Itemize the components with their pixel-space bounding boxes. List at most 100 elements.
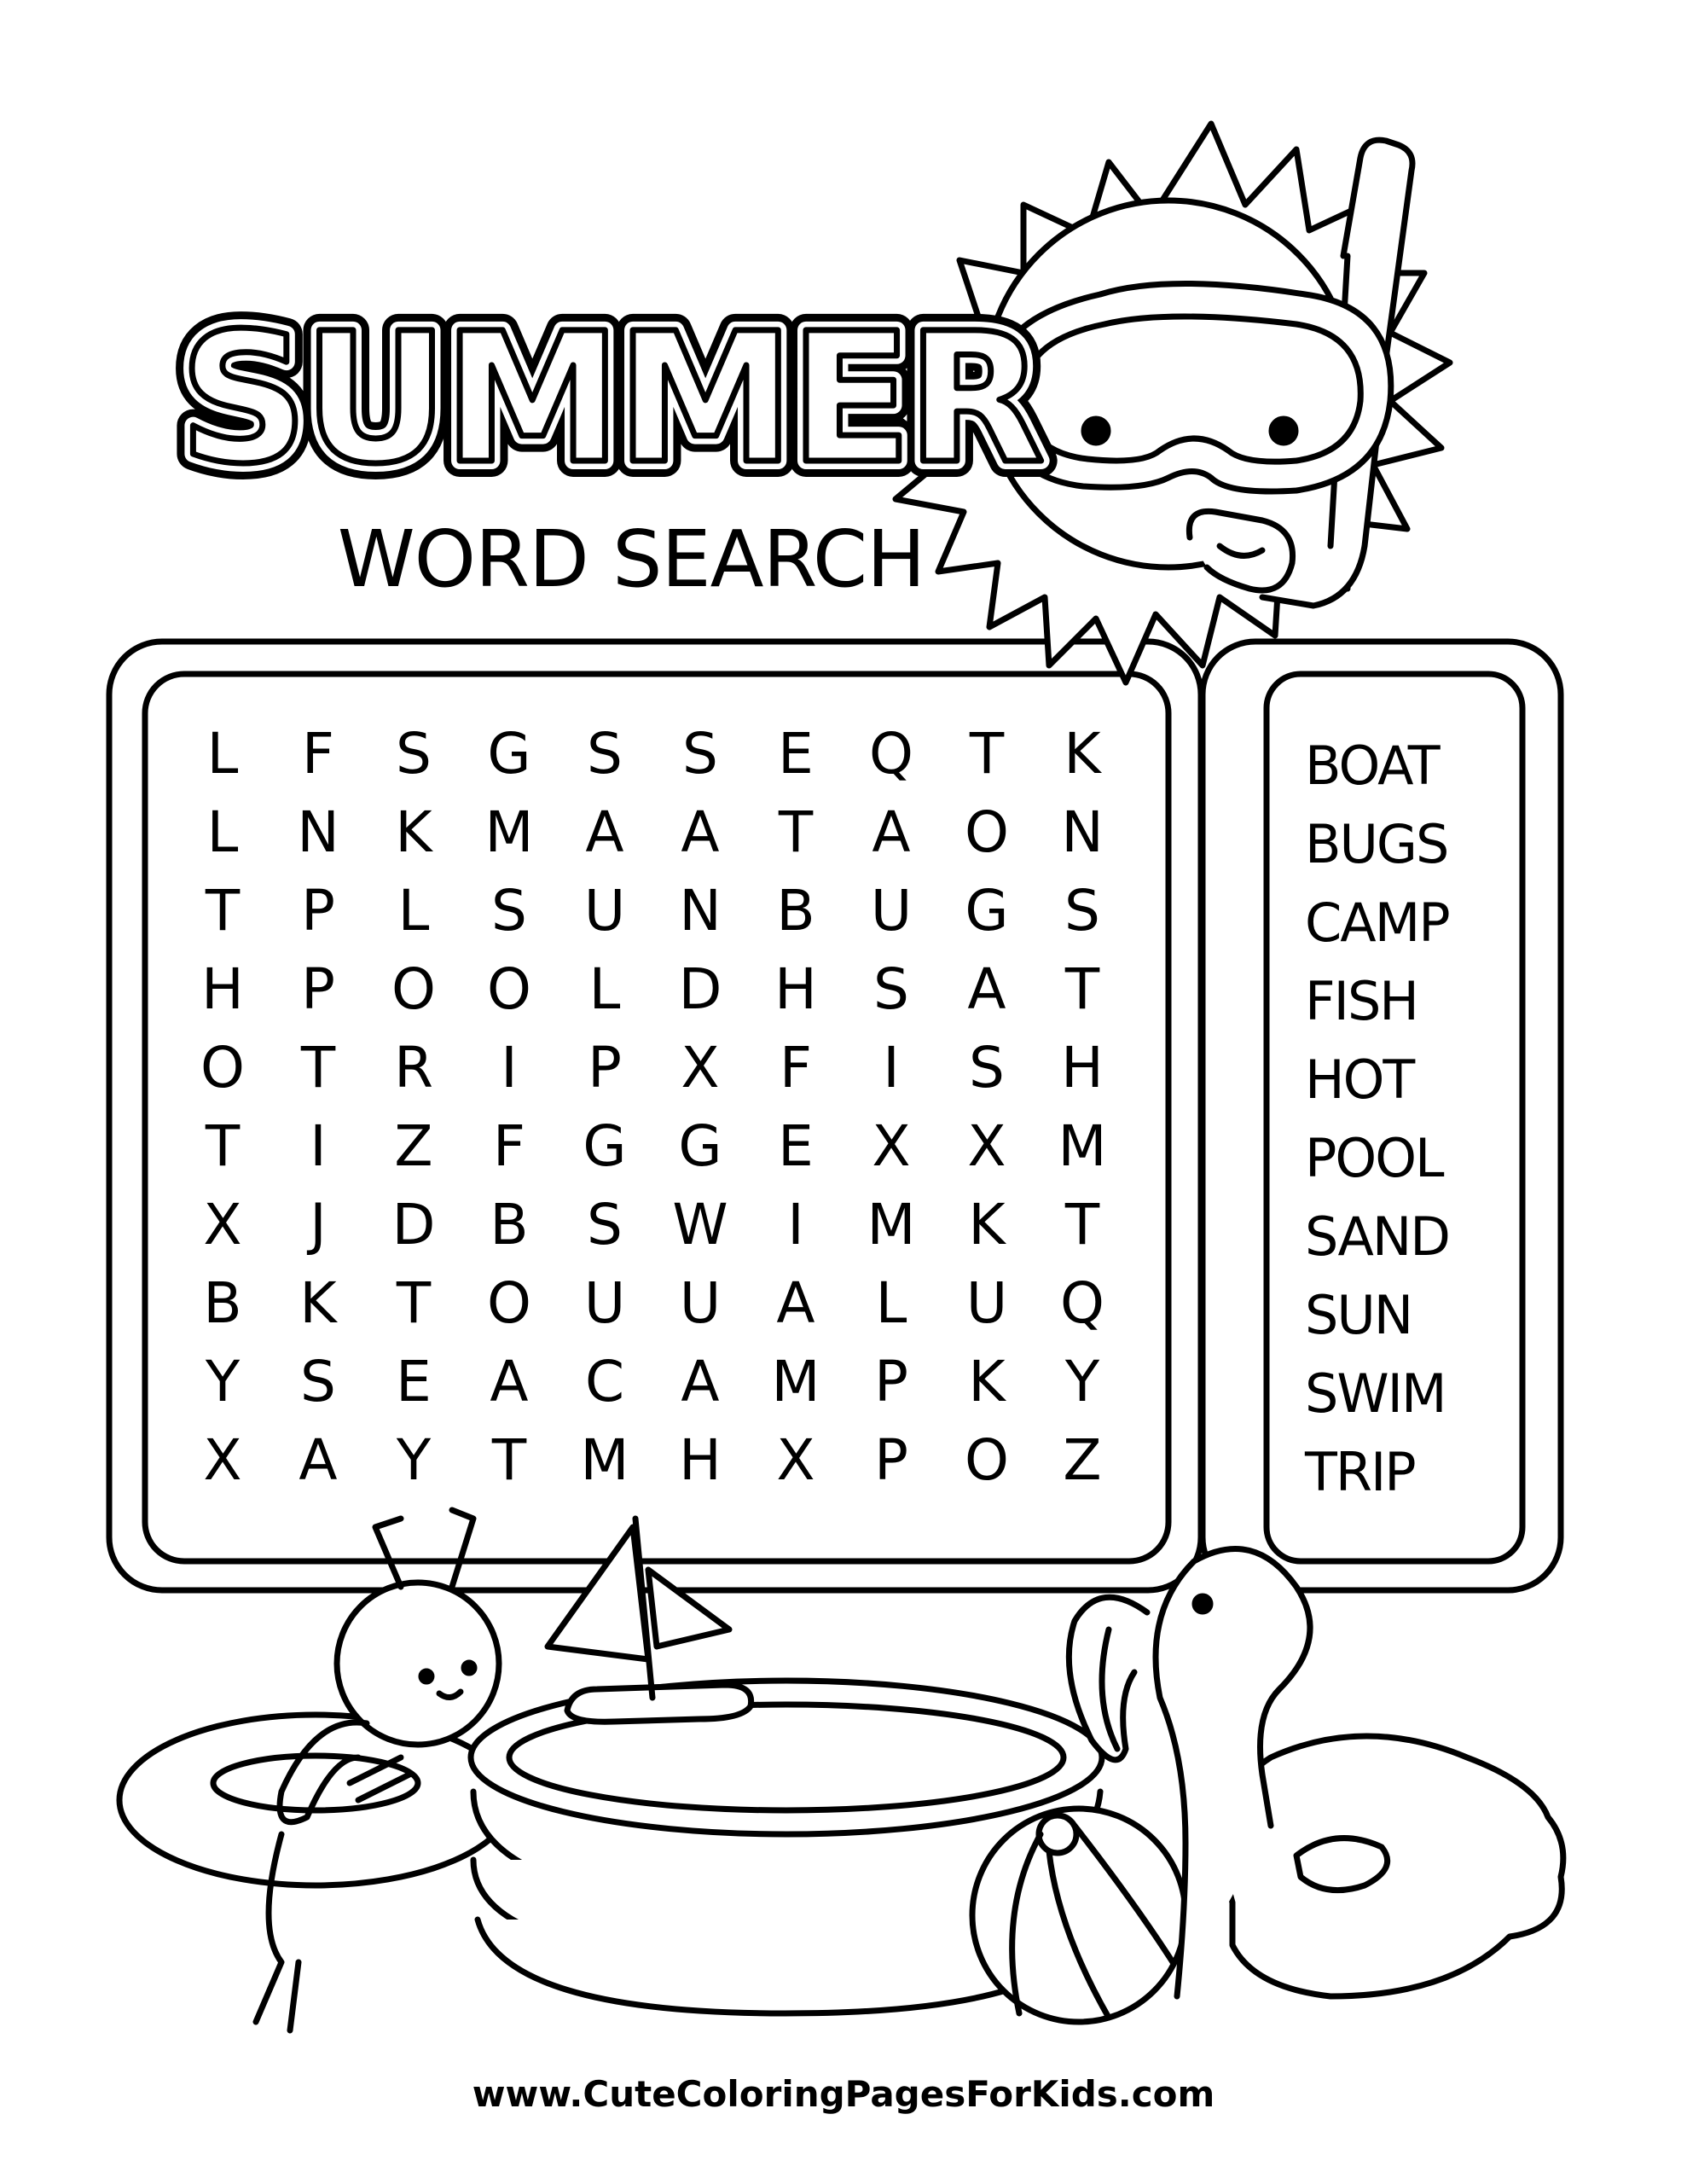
grid-cell: I xyxy=(310,1113,327,1179)
grid-cell: U xyxy=(583,878,626,944)
grid-cell: M xyxy=(771,1349,820,1414)
grid-cell: E xyxy=(778,1113,814,1179)
word-list-item: POOL xyxy=(1305,1127,1445,1189)
grid-cell: G xyxy=(965,878,1009,944)
grid-cell: K xyxy=(968,1192,1006,1258)
grid-cell: G xyxy=(678,1113,722,1179)
grid-cell: N xyxy=(1061,799,1104,865)
grid-cell: A xyxy=(585,799,624,865)
grid-cell: L xyxy=(397,878,430,944)
grid-cell: T xyxy=(1064,956,1100,1022)
grid-cell: O xyxy=(965,799,1009,865)
grid-cell: K xyxy=(299,1270,337,1336)
grid-cell: S xyxy=(396,721,432,787)
beach-ball-icon xyxy=(969,1805,1189,2025)
grid-cell: Y xyxy=(1064,1349,1100,1414)
grid-cell: E xyxy=(396,1349,432,1414)
grid-cell: A xyxy=(872,799,911,865)
grid-cell: F xyxy=(302,721,334,787)
grid-cell: S xyxy=(969,1035,1005,1101)
grid-cell: N xyxy=(297,799,339,865)
grid-cell: A xyxy=(490,1349,529,1414)
grid-cell: I xyxy=(883,1035,900,1101)
grid-cell: P xyxy=(588,1035,622,1101)
grid-cell: T xyxy=(1064,1192,1100,1258)
grid-cell: H xyxy=(201,956,244,1022)
grid-cell: O xyxy=(487,956,531,1022)
word-list-item: SWIM xyxy=(1305,1362,1446,1425)
grid-cell: C xyxy=(584,1349,625,1414)
grid-cell: T xyxy=(300,1035,336,1101)
grid-cell: K xyxy=(1064,721,1101,787)
grid-cell: T xyxy=(491,1427,527,1493)
grid-cell: X xyxy=(776,1427,815,1493)
grid-cell: L xyxy=(206,799,239,865)
grid-cell: S xyxy=(682,721,718,787)
grid-cell: S xyxy=(491,878,527,944)
grid-cell: X xyxy=(681,1035,720,1101)
grid-cell: L xyxy=(206,721,239,787)
grid-cell: U xyxy=(679,1270,722,1336)
grid-cell: A xyxy=(299,1427,338,1493)
word-list-item: FISH xyxy=(1305,970,1419,1032)
grid-cell: R xyxy=(394,1035,433,1101)
svg-text:SUMMER: SUMMER xyxy=(179,294,1041,503)
grid-cell: P xyxy=(874,1349,908,1414)
grid-cell: M xyxy=(867,1192,916,1258)
page-subtitle: WORD SEARCH xyxy=(337,514,926,605)
grid-cell: S xyxy=(300,1349,336,1414)
grid-cell: S xyxy=(587,721,623,787)
grid-cell: Q xyxy=(1060,1270,1104,1336)
grid-cell: T xyxy=(205,1113,241,1179)
word-list-item: HOT xyxy=(1305,1048,1415,1111)
word-list-item: BUGS xyxy=(1305,813,1449,875)
grid-cell: A xyxy=(681,1349,720,1414)
grid-cell: K xyxy=(968,1349,1006,1414)
grid-cell: X xyxy=(872,1113,911,1179)
grid-cell: G xyxy=(487,721,531,787)
grid-cell: S xyxy=(587,1192,623,1258)
word-list-item: SUN xyxy=(1305,1284,1413,1346)
grid-cell: W xyxy=(672,1192,728,1258)
grid-cell: D xyxy=(391,1192,436,1258)
word-list-item: TRIP xyxy=(1305,1441,1417,1503)
grid-cell: T xyxy=(396,1270,432,1336)
grid-cell: Z xyxy=(1063,1427,1102,1493)
grid-cell: F xyxy=(493,1113,525,1179)
grid-cell: M xyxy=(1058,1113,1107,1179)
grid-cell: P xyxy=(301,878,335,944)
grid-cell: P xyxy=(301,956,335,1022)
grid-cell: O xyxy=(391,956,436,1022)
title-summer-outline: SUMMER SUMMER SUMMER xyxy=(163,278,1063,520)
grid-cell: Y xyxy=(205,1349,241,1414)
grid-cell: I xyxy=(501,1035,518,1101)
grid-cell: A xyxy=(776,1270,815,1336)
grid-cell: L xyxy=(588,956,621,1022)
grid-cell: L xyxy=(875,1270,907,1336)
grid-cell: Y xyxy=(396,1427,432,1493)
grid-cell: O xyxy=(965,1427,1009,1493)
word-list-item: SAND xyxy=(1305,1205,1451,1268)
grid-cell: F xyxy=(780,1035,812,1101)
grid-cell: T xyxy=(778,799,814,865)
grid-cell: S xyxy=(1064,878,1100,944)
word-list: BOAT BUGS CAMP FISH HOT POOL SAND SUN SW… xyxy=(1305,727,1501,1512)
grid-cell: X xyxy=(967,1113,1006,1179)
grid-cell: M xyxy=(580,1427,629,1493)
grid-cell: X xyxy=(203,1192,242,1258)
grid-cell: Z xyxy=(394,1113,433,1179)
grid-cell: B xyxy=(490,1192,529,1258)
toy-sailboat-icon xyxy=(544,1515,755,1725)
grid-cell: P xyxy=(874,1427,908,1493)
footer-website: www.CuteColoringPagesForKids.com xyxy=(472,2073,1215,2115)
grid-cell: H xyxy=(774,956,817,1022)
grid-cell: G xyxy=(583,1113,627,1179)
word-list-item: BOAT xyxy=(1305,735,1441,797)
letter-grid: LFSGSSEQTK LNKMAATAON TPLSUNBUGS HPOOLDH… xyxy=(175,715,1130,1500)
grid-cell: B xyxy=(776,878,815,944)
grid-cell: U xyxy=(583,1270,626,1336)
grid-cell: B xyxy=(203,1270,242,1336)
grid-cell: T xyxy=(969,721,1005,787)
grid-cell: E xyxy=(778,721,814,787)
word-list-item: CAMP xyxy=(1305,892,1451,954)
